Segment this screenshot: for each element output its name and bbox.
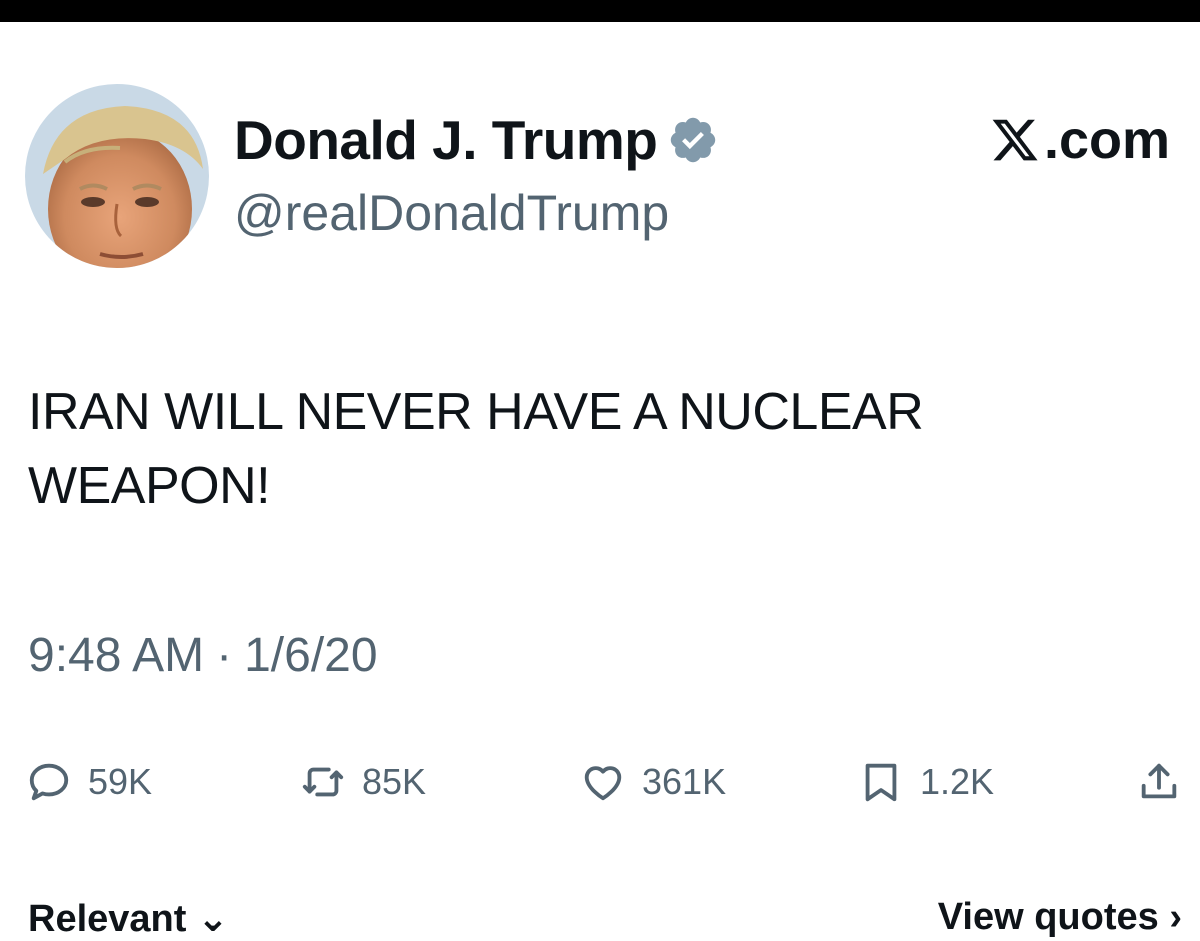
chevron-right-icon: › [1169, 896, 1182, 938]
reply-count: 59K [88, 761, 153, 802]
repost-icon [302, 767, 344, 797]
avatar[interactable] [25, 84, 209, 268]
timestamp-separator: · [216, 629, 233, 682]
reply-button[interactable]: 59K [26, 752, 152, 812]
author-name-row[interactable]: Donald J. Trump [234, 108, 719, 172]
tweet-text: IRAN WILL NEVER HAVE A NUCLEAR WEAPON! [28, 383, 924, 515]
repost-button[interactable]: 85K [300, 752, 426, 812]
verified-badge-icon [667, 114, 719, 166]
x-logo-icon [992, 119, 1038, 161]
bookmark-count: 1.2K [920, 761, 995, 802]
like-button[interactable]: 361K [580, 752, 726, 812]
sort-replies-dropdown[interactable]: Relevant ⌄ [28, 896, 229, 941]
user-handle[interactable]: @realDonaldTrump [234, 184, 669, 242]
heart-icon [584, 766, 622, 801]
view-quotes-link[interactable]: View quotes › [938, 896, 1182, 939]
view-quotes-label: View quotes [937, 896, 1159, 938]
reply-icon [29, 763, 69, 801]
share-button[interactable] [1136, 752, 1182, 812]
tweet-time[interactable]: 9:48 AM [28, 628, 204, 683]
x-com-logo: .com [990, 108, 1170, 172]
site-label: .com [1043, 110, 1170, 170]
display-name[interactable]: Donald J. Trump [234, 108, 658, 172]
chevron-down-icon: ⌄ [196, 898, 229, 940]
bookmark-icon [865, 763, 897, 802]
avatar-image [25, 84, 209, 268]
sort-label: Relevant [28, 898, 187, 940]
share-icon [1141, 763, 1177, 799]
repost-count: 85K [362, 761, 427, 802]
top-bar [0, 0, 1200, 22]
tweet-date[interactable]: 1/6/20 [244, 628, 377, 683]
like-count: 361K [642, 761, 727, 802]
bookmark-button[interactable]: 1.2K [858, 752, 994, 812]
tweet-timestamp[interactable]: 9:48 AM · 1/6/20 [28, 628, 378, 683]
